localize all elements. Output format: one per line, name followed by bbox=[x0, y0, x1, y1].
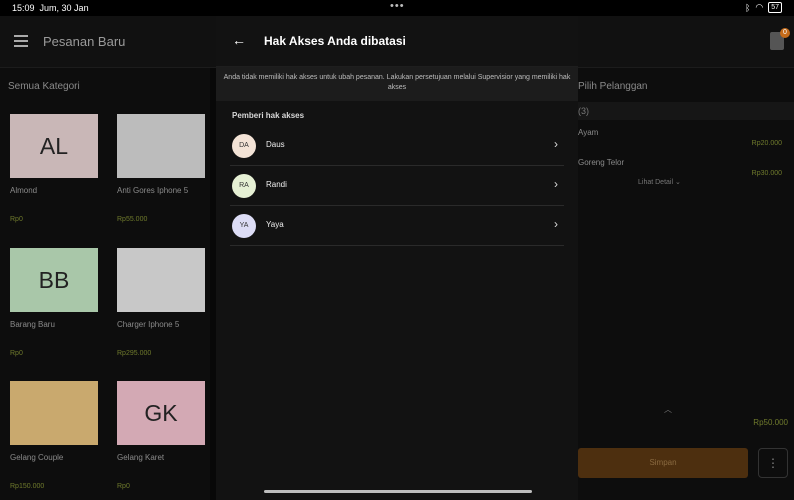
product-price: Rp0 bbox=[117, 483, 130, 490]
bluetooth-icon: ᛒ bbox=[744, 2, 751, 13]
menu-icon[interactable] bbox=[14, 35, 28, 47]
back-arrow-icon[interactable]: ← bbox=[232, 33, 246, 47]
avatar: RA bbox=[232, 174, 256, 198]
product-thumbnail bbox=[117, 248, 205, 312]
cart-badge: 0 bbox=[780, 28, 790, 38]
product-card[interactable]: GK Gelang Karet Rp0 bbox=[117, 381, 209, 490]
approver-item-yaya[interactable]: YA Yaya › bbox=[230, 206, 564, 246]
access-restricted-dialog: ← Hak Akses Anda dibatasi Anda tidak mem… bbox=[216, 16, 578, 500]
battery-icon: 57 bbox=[768, 2, 782, 13]
chevron-right-icon: › bbox=[554, 177, 558, 191]
approver-item-daus[interactable]: DA Daus › bbox=[230, 126, 564, 166]
dialog-title: Hak Akses Anda dibatasi bbox=[264, 34, 406, 48]
product-thumbnail bbox=[117, 114, 205, 178]
approver-name: Daus bbox=[266, 140, 285, 149]
order-item[interactable]: Ayam Rp20.000 bbox=[578, 128, 788, 147]
product-card[interactable]: BB Barang Baru Rp0 bbox=[10, 248, 102, 357]
product-card[interactable]: Anti Gores Iphone 5 Rp55.000 bbox=[117, 114, 209, 223]
product-card[interactable]: AL Almond Rp0 bbox=[10, 114, 102, 223]
approver-name: Yaya bbox=[266, 220, 284, 229]
order-item-name: Ayam bbox=[578, 128, 599, 137]
product-name: Almond bbox=[10, 186, 38, 195]
product-card[interactable]: Charger Iphone 5 Rp295.000 bbox=[117, 248, 209, 357]
avatar: YA bbox=[232, 214, 256, 238]
access-notice: Anda tidak memiliki hak akses untuk ubah… bbox=[216, 67, 578, 101]
chevron-right-icon: › bbox=[554, 217, 558, 231]
product-name: Barang Baru bbox=[10, 320, 55, 329]
system-icons: ᛒ ◠ 57 bbox=[745, 2, 782, 13]
product-name: Anti Gores Iphone 5 bbox=[117, 186, 189, 195]
order-item-price: Rp20.000 bbox=[751, 140, 782, 147]
product-panel: Semua Kategori AL Almond Rp0 Anti Gores Iph… bbox=[0, 68, 216, 500]
product-thumbnail: GK bbox=[117, 381, 205, 445]
status-time: 15:09 Jum, 30 Jan bbox=[12, 3, 89, 13]
chevron-down-icon: ⌄ bbox=[674, 179, 681, 186]
order-count: (3) bbox=[578, 102, 794, 120]
page-title: Pesanan Baru bbox=[43, 34, 126, 49]
product-price: Rp295.000 bbox=[117, 350, 152, 357]
product-thumbnail: AL bbox=[10, 114, 98, 178]
detail-label: Lihat Detail bbox=[638, 179, 674, 186]
wifi-icon: ◠ bbox=[755, 2, 764, 12]
dialog-header: ← Hak Akses Anda dibatasi bbox=[216, 16, 578, 67]
product-price: Rp150.000 bbox=[10, 483, 45, 490]
product-thumbnail bbox=[10, 381, 98, 445]
status-bar: 15:09 Jum, 30 Jan ••• ᛒ ◠ 57 bbox=[0, 0, 794, 16]
home-indicator bbox=[264, 490, 532, 493]
approver-name: Randi bbox=[266, 180, 287, 189]
product-card[interactable]: Gelang Couple Rp150.000 bbox=[10, 381, 102, 490]
approver-list: DA Daus › RA Randi › YA Yaya › bbox=[230, 126, 564, 246]
order-panel: Pilih Pelanggan (3) Ayam Rp20.000 Goreng… bbox=[578, 68, 794, 500]
product-name: Gelang Karet bbox=[117, 453, 165, 462]
product-name: Charger Iphone 5 bbox=[117, 320, 180, 329]
chevron-up-icon[interactable]: ︿ bbox=[664, 404, 672, 415]
category-title: Semua Kategori bbox=[8, 81, 80, 92]
customer-select[interactable]: Pilih Pelanggan bbox=[578, 81, 648, 92]
chevron-right-icon: › bbox=[554, 137, 558, 151]
more-dots-icon: ••• bbox=[390, 0, 405, 12]
product-thumbnail: BB bbox=[10, 248, 98, 312]
order-item-price: Rp30.000 bbox=[751, 170, 782, 177]
approver-item-randi[interactable]: RA Randi › bbox=[230, 166, 564, 206]
product-name: Gelang Couple bbox=[10, 453, 64, 462]
avatar: DA bbox=[232, 134, 256, 158]
detail-toggle[interactable]: Lihat Detail ⌄ bbox=[638, 178, 681, 186]
approver-section-label: Pemberi hak akses bbox=[232, 111, 305, 120]
order-item[interactable]: Goreng Telor Rp30.000 bbox=[578, 158, 788, 177]
save-button[interactable]: Simpan bbox=[578, 448, 748, 478]
order-total: Rp50.000 bbox=[753, 418, 788, 427]
more-options-button[interactable]: ⋮ bbox=[758, 448, 788, 478]
order-item-name: Goreng Telor bbox=[578, 158, 625, 167]
product-price: Rp0 bbox=[10, 350, 23, 357]
product-price: Rp55.000 bbox=[117, 216, 148, 223]
product-price: Rp0 bbox=[10, 216, 23, 223]
